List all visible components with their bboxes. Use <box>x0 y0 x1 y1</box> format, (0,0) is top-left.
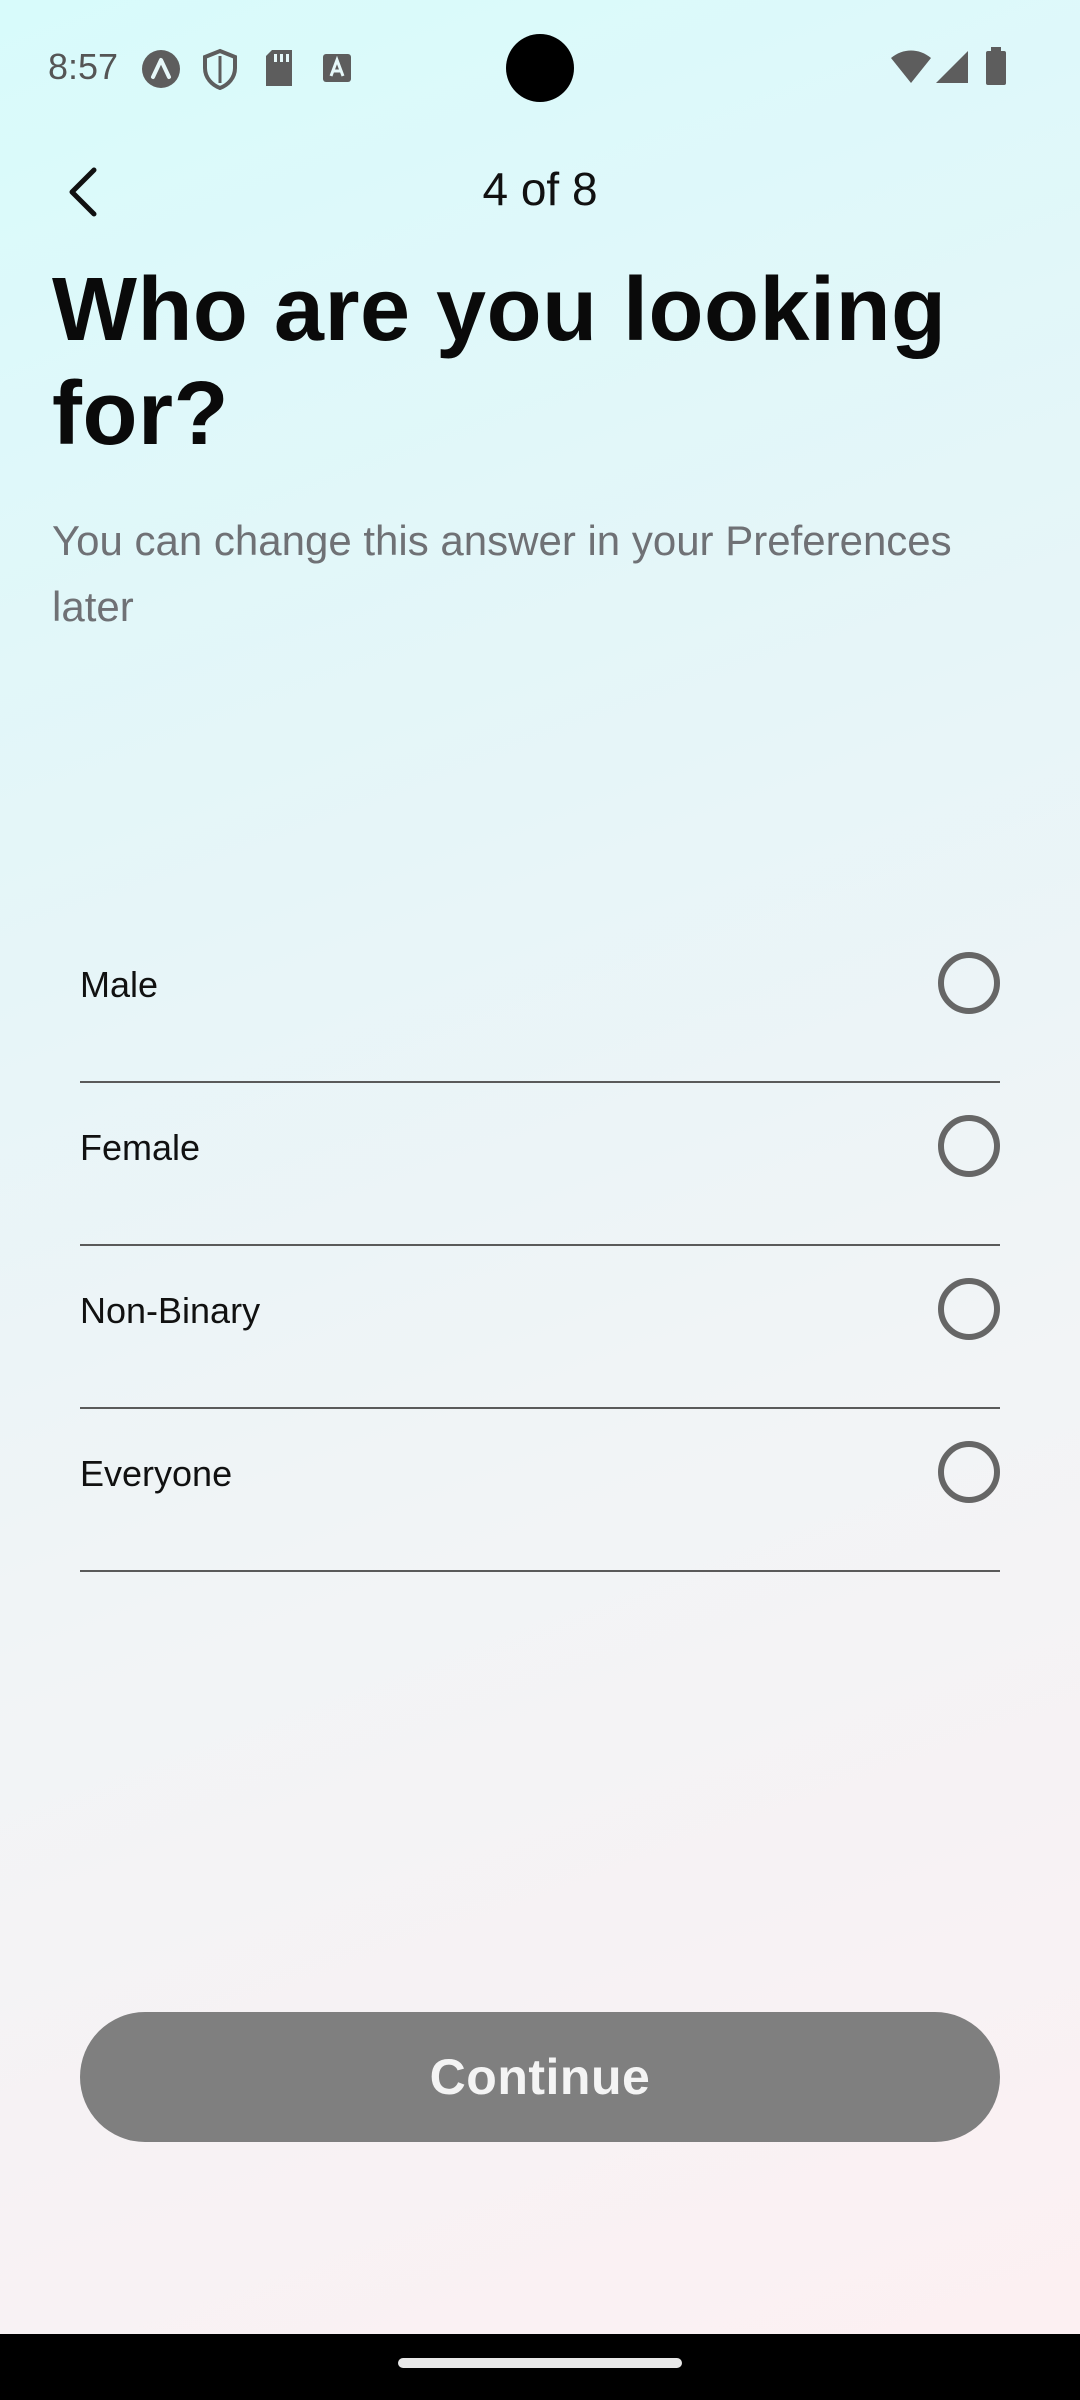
option-label: Male <box>80 964 159 1005</box>
shield-icon <box>200 48 240 95</box>
option-female[interactable]: Female <box>80 1083 1000 1246</box>
battery-icon <box>984 46 1008 91</box>
status-bar: 8:57 <box>0 0 1080 136</box>
status-time: 8:57 <box>48 46 119 87</box>
keyboard-a-icon <box>320 48 354 93</box>
signal-icon <box>934 50 970 89</box>
radio-button[interactable] <box>938 1441 1000 1503</box>
wifi-icon <box>890 50 932 89</box>
continue-button[interactable]: Continue <box>80 2012 1000 2142</box>
back-button[interactable] <box>44 152 124 232</box>
screen: 8:57 4 of 8 Who are you looking for? You… <box>0 0 1080 2400</box>
option-label: Non-Binary <box>80 1290 261 1331</box>
page-subtitle: You can change this answer in your Prefe… <box>52 517 952 630</box>
home-indicator[interactable] <box>398 2358 682 2368</box>
app-a-icon <box>140 48 182 95</box>
step-counter: 4 of 8 <box>482 163 598 215</box>
option-male[interactable]: Male <box>80 920 1000 1083</box>
option-label: Female <box>80 1127 201 1168</box>
radio-button[interactable] <box>938 1278 1000 1340</box>
radio-button[interactable] <box>938 952 1000 1014</box>
option-non-binary[interactable]: Non-Binary <box>80 1246 1000 1409</box>
page-title: Who are you looking for? <box>52 260 947 464</box>
sd-card-icon <box>262 48 296 93</box>
option-label: Everyone <box>80 1453 233 1494</box>
gender-options-list: Male Female Non-Binary Everyone <box>80 920 1000 1572</box>
camera-cutout <box>506 34 574 102</box>
option-everyone[interactable]: Everyone <box>80 1409 1000 1572</box>
chevron-left-icon <box>69 167 97 217</box>
radio-button[interactable] <box>938 1115 1000 1177</box>
navigation-bar <box>0 2334 1080 2400</box>
